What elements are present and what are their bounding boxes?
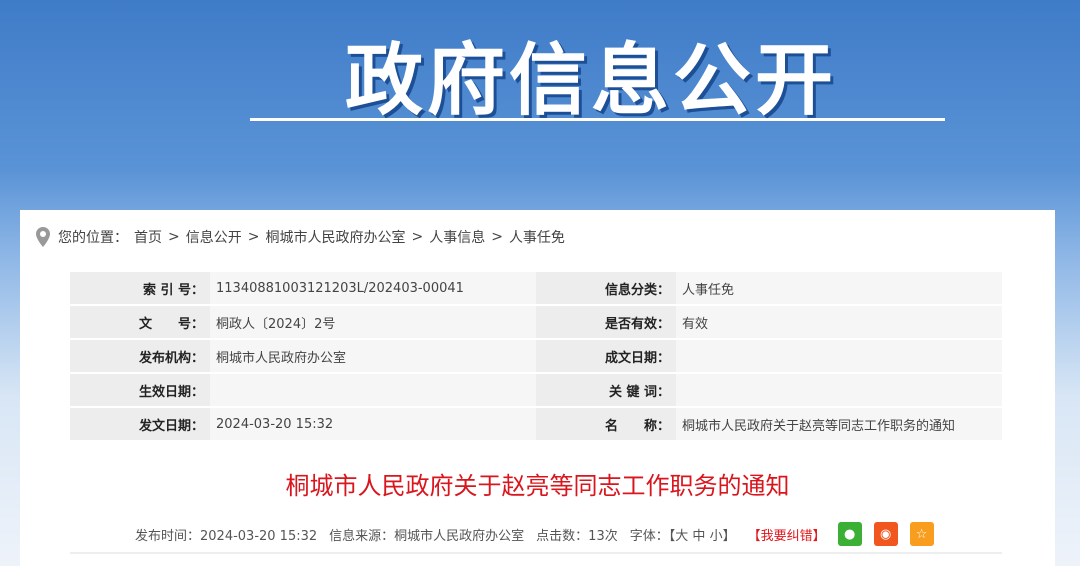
publish-time: 发布时间：2024-03-20 15:32	[135, 528, 318, 544]
click-count: 点击数：13次	[536, 528, 618, 544]
info-row: 索 引 号： 11340881003121203L/202403-00041 信息分…	[70, 272, 1002, 304]
info-label: 信息分类：	[536, 272, 676, 304]
info-value: 有效	[676, 306, 1002, 338]
breadcrumb-sep: >	[411, 229, 424, 245]
info-row: 发布机构： 桐城市人民政府办公室 成文日期：	[70, 340, 1002, 372]
breadcrumb-info-public[interactable]: 信息公开	[186, 227, 242, 247]
breadcrumb-sep: >	[491, 229, 503, 245]
info-label: 发布机构：	[70, 340, 210, 372]
breadcrumb-sep: >	[168, 229, 180, 245]
breadcrumb-prefix: 您的位置：	[58, 230, 128, 246]
report-error-link[interactable]: 【我要纠错】	[748, 525, 826, 544]
info-row: 生效日期： 关 键 词：	[70, 374, 1002, 406]
weibo-share-icon[interactable]: ◉	[873, 522, 898, 546]
info-row: 发文日期： 2024-03-20 15:32 名 称： 桐城市人民政府关于赵亮等同志工…	[70, 408, 1002, 440]
font-medium-button[interactable]: 中	[692, 529, 705, 544]
info-value: 2024-03-20 15:32	[210, 408, 536, 440]
breadcrumb-appointments[interactable]: 人事任免	[509, 227, 565, 247]
info-table: 索 引 号： 11340881003121203L/202403-00041 信息分…	[70, 270, 1002, 442]
info-label: 关 键 词：	[536, 374, 676, 406]
info-value: 人事任免	[676, 272, 1002, 304]
info-label: 成文日期：	[536, 340, 676, 372]
info-label: 索 引 号：	[70, 272, 210, 304]
info-value: 桐城市人民政府关于赵亮等同志工作职务的通知	[676, 408, 1002, 440]
info-value	[676, 374, 1002, 406]
info-value	[676, 340, 1002, 372]
info-label: 文 号：	[70, 306, 210, 338]
info-label: 是否有效：	[536, 306, 676, 338]
article-meta: 发布时间：2024-03-20 15:32 信息来源：桐城市人民政府办公室 点击…	[135, 522, 934, 546]
wechat-share-icon[interactable]: ●	[837, 522, 862, 546]
info-label: 生效日期：	[70, 374, 210, 406]
font-size-control: 字体：【大 中 小】	[630, 525, 736, 544]
info-row: 文 号： 桐政人〔2024〕2号 是否有效： 有效	[70, 306, 1002, 338]
article-title: 桐城市人民政府关于赵亮等同志工作职务的通知	[285, 472, 790, 500]
info-label: 发文日期：	[70, 408, 210, 440]
breadcrumb-sep: >	[247, 229, 260, 245]
breadcrumb-office[interactable]: 桐城市人民政府办公室	[265, 227, 405, 247]
banner-title: 政府信息公开	[345, 36, 838, 126]
info-value	[210, 374, 536, 406]
divider	[70, 552, 1002, 554]
info-value: 11340881003121203L/202403-00041	[210, 272, 536, 304]
breadcrumb-personnel-info[interactable]: 人事信息	[429, 227, 485, 247]
font-large-button[interactable]: 大	[675, 529, 688, 544]
bracket: 】	[722, 528, 736, 544]
info-value: 桐政人〔2024〕2号	[210, 306, 536, 338]
location-pin-icon	[36, 227, 50, 247]
content-card: 您的位置： 首页 > 信息公开 > 桐城市人民政府办公室 > 人事信息 > 人事任免 索…	[20, 210, 1055, 566]
info-label: 名 称：	[536, 408, 676, 440]
banner-divider	[250, 118, 945, 121]
info-value: 桐城市人民政府办公室	[210, 340, 536, 372]
breadcrumb-home[interactable]: 首页	[134, 227, 162, 247]
favorite-star-icon[interactable]: ☆	[909, 522, 934, 546]
breadcrumb: 您的位置： 首页 > 信息公开 > 桐城市人民政府办公室 > 人事信息 > 人事任免	[34, 226, 565, 248]
font-small-button[interactable]: 小	[710, 529, 723, 544]
font-label: 字体：	[629, 528, 669, 544]
info-source: 信息来源：桐城市人民政府办公室	[329, 528, 525, 544]
